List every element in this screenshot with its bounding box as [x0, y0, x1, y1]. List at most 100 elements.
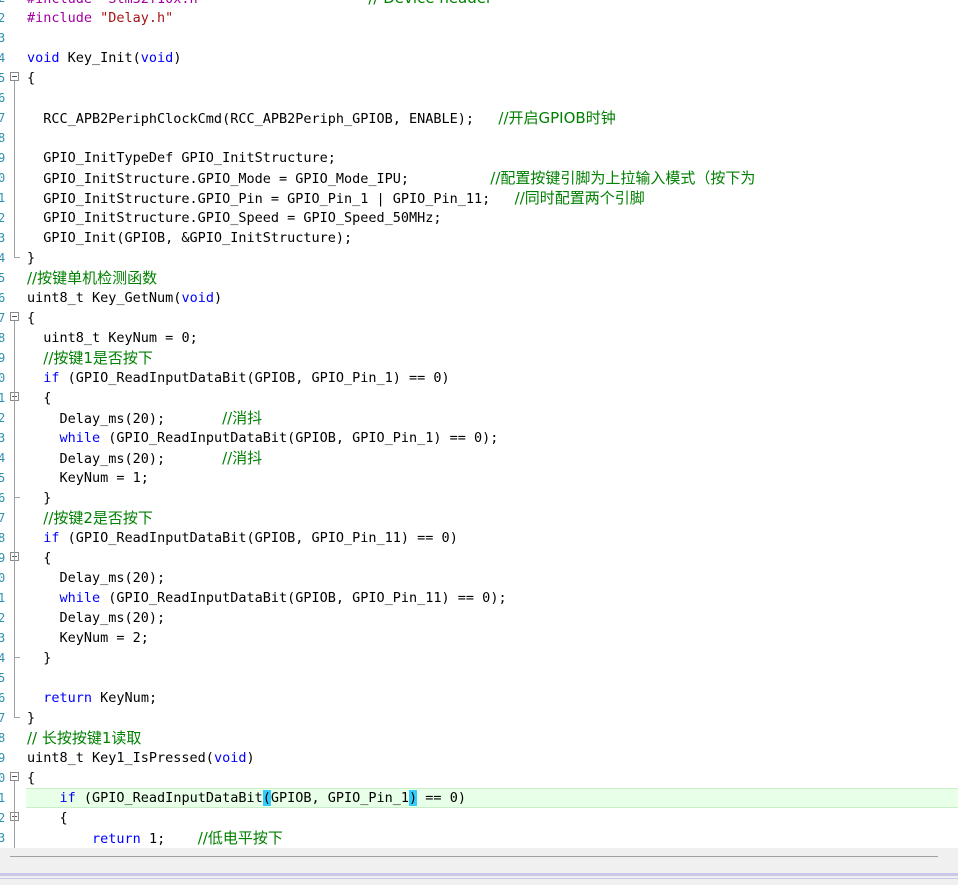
code-line[interactable]: 4 Delay_ms(20); //消抖: [0, 448, 958, 468]
code-text: }: [27, 708, 35, 728]
code-keyword: if: [59, 790, 76, 806]
code-line[interactable]: 2 {: [0, 808, 958, 828]
code-line[interactable]: 1 while (GPIO_ReadInputDataBit(GPIOB, GP…: [0, 588, 958, 608]
code-line[interactable]: 4}: [0, 248, 958, 268]
line-number: 7: [0, 511, 6, 525]
code-line[interactable]: 2 GPIO_InitStructure.GPIO_Speed = GPIO_S…: [0, 208, 958, 228]
code-text: GPIO_InitStructure.GPIO_Mode = GPIO_Mode…: [27, 168, 755, 188]
fold-collapse-icon[interactable]: [10, 312, 19, 321]
code-editor[interactable]: 2 #include "Stm32f10x.h" // Device header…: [0, 0, 958, 848]
code-line[interactable]: 4 }: [0, 648, 958, 668]
code-token: RCC_APB2PeriphClockCmd(RCC_APB2Periph_GP…: [27, 111, 499, 127]
code-token: );: [490, 590, 507, 606]
line-number: 6: [0, 691, 6, 705]
code-line[interactable]: 5{: [0, 68, 958, 88]
code-line[interactable]: 3: [0, 28, 958, 48]
code-text: {: [27, 388, 51, 408]
line-number: 6: [0, 91, 6, 105]
line-number: 1: [0, 591, 6, 605]
line-number: 2: [0, 811, 6, 825]
code-line[interactable]: 1 {: [0, 388, 958, 408]
code-token: ==: [417, 790, 450, 806]
code-token: Key_Init(: [59, 50, 141, 66]
code-line[interactable]: 3 while (GPIO_ReadInputDataBit(GPIOB, GP…: [0, 428, 958, 448]
code-line[interactable]: 7}: [0, 708, 958, 728]
code-line[interactable]: 9 {: [0, 548, 958, 568]
horizontal-scrollbar-track[interactable]: [10, 856, 938, 857]
code-token: ): [441, 370, 450, 386]
code-line[interactable]: 0{: [0, 768, 958, 788]
code-line[interactable]: 0 if (GPIO_ReadInputDataBit(GPIOB, GPIO_…: [0, 368, 958, 388]
code-line[interactable]: 6: [0, 88, 958, 108]
fold-collapse-icon[interactable]: [10, 72, 19, 81]
line-number: 2: [0, 11, 6, 25]
code-line[interactable]: 9 uint8_t Key1_IsPressed(void): [0, 748, 958, 768]
code-line[interactable]: 6 return KeyNum;: [0, 688, 958, 708]
line-number: 2: [0, 411, 6, 425]
line-number: 5: [0, 271, 6, 285]
code-keyword: if: [43, 370, 60, 386]
code-line[interactable]: 1 if (GPIO_ReadInputDataBit(GPIOB, GPIO_…: [0, 788, 958, 808]
code-token: ): [173, 50, 182, 66]
code-line[interactable]: 8 if (GPIO_ReadInputDataBit(GPIOB, GPIO_…: [0, 528, 958, 548]
code-line[interactable]: 5: [0, 668, 958, 688]
code-keyword: void: [213, 750, 247, 766]
code-token: ): [457, 790, 466, 806]
fold-end-marker: [14, 708, 20, 718]
code-line[interactable]: 6 uint8_t Key_GetNum(void): [0, 288, 958, 308]
code-line[interactable]: 8: [0, 128, 958, 148]
code-line[interactable]: 8 // 长按按键1读取: [0, 728, 958, 748]
line-number: 3: [0, 31, 6, 45]
code-text: }: [27, 488, 51, 508]
code-comment: //配置按键引脚为上拉输入模式（按下为: [490, 169, 756, 187]
code-token: uint8_t KeyNum =: [27, 330, 182, 346]
panel-splitter[interactable]: [0, 873, 958, 876]
code-comment: //低电平按下: [197, 829, 283, 847]
code-token: }: [27, 490, 52, 506]
code-token: ): [449, 530, 458, 546]
code-line[interactable]: 0 Delay_ms(20);: [0, 568, 958, 588]
code-token: Delay_ms(20);: [27, 411, 223, 427]
code-token: "Delay.h": [100, 10, 174, 26]
code-token: (GPIO_ReadInputDataBit(GPIOB, GPIO_Pin_1…: [59, 530, 442, 546]
code-line[interactable]: 2 Delay_ms(20);: [0, 608, 958, 628]
code-line[interactable]: 3 return 1; //低电平按下: [0, 828, 958, 848]
code-text: return 1; //低电平按下: [27, 828, 283, 848]
code-line[interactable]: 6 }: [0, 488, 958, 508]
code-line[interactable]: 7{: [0, 308, 958, 328]
code-text: }: [27, 248, 35, 268]
code-token: 0: [181, 330, 190, 346]
code-line[interactable]: 2 #include "Stm32f10x.h" // Device header: [0, 0, 958, 8]
code-token: GPIO_InitStructure.GPIO_Pin = GPIO_Pin_1…: [27, 191, 515, 207]
code-token: 0: [441, 530, 450, 546]
code-line[interactable]: 8 uint8_t KeyNum = 0;: [0, 328, 958, 348]
code-line[interactable]: 9 GPIO_InitTypeDef GPIO_InitStructure;: [0, 148, 958, 168]
code-line[interactable]: 5 //按键单机检测函数: [0, 268, 958, 288]
code-text: return KeyNum;: [27, 688, 157, 708]
code-text: {: [27, 548, 51, 568]
fold-collapse-icon[interactable]: [10, 772, 19, 781]
code-comment: //按键1是否按下: [43, 349, 153, 367]
code-line[interactable]: 3 KeyNum = 2;: [0, 628, 958, 648]
code-token: GPIO_InitStructure.GPIO_Mode = GPIO_Mode…: [27, 171, 491, 187]
code-line[interactable]: 7 RCC_APB2PeriphClockCmd(RCC_APB2Periph_…: [0, 108, 958, 128]
code-comment: //开启GPIOB时钟: [498, 109, 616, 127]
line-number: 0: [0, 771, 6, 785]
code-line[interactable]: 3 GPIO_Init(GPIOB, &GPIO_InitStructure);: [0, 228, 958, 248]
code-line[interactable]: 9 //按键1是否按下: [0, 348, 958, 368]
code-text: uint8_t KeyNum = 0;: [27, 328, 197, 348]
code-text: //按键2是否按下: [27, 508, 153, 528]
code-text: GPIO_InitStructure.GPIO_Speed = GPIO_Spe…: [27, 208, 441, 228]
code-line[interactable]: 4 void Key_Init(void): [0, 48, 958, 68]
code-line[interactable]: 2 Delay_ms(20); //消抖: [0, 408, 958, 428]
code-text: }: [27, 648, 51, 668]
code-line[interactable]: 2 #include "Delay.h": [0, 8, 958, 28]
code-line[interactable]: 0 GPIO_InitStructure.GPIO_Mode = GPIO_Mo…: [0, 168, 958, 188]
code-line[interactable]: 7 //按键2是否按下: [0, 508, 958, 528]
code-line[interactable]: 5 KeyNum = 1;: [0, 468, 958, 488]
line-number: 4: [0, 251, 6, 265]
code-line[interactable]: 1 GPIO_InitStructure.GPIO_Pin = GPIO_Pin…: [0, 188, 958, 208]
code-token: Delay_ms(20);: [27, 610, 166, 626]
